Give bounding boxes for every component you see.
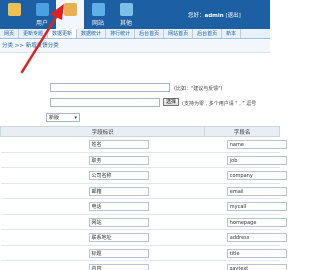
field-label-input[interactable]: 网站 xyxy=(88,217,149,227)
field-label-input[interactable]: 电话 xyxy=(88,202,149,211)
logout-link[interactable]: [退出] xyxy=(225,13,240,19)
users-input[interactable] xyxy=(50,98,160,107)
field-name-input[interactable]: homepage xyxy=(226,217,287,227)
subnav-item[interactable]: 数据统计 xyxy=(77,29,107,38)
chevron-down-icon: ▾ xyxy=(74,115,77,121)
table-row: 职务 job xyxy=(0,152,287,168)
subnav-item[interactable]: 网站首页 xyxy=(164,29,194,38)
subnav-item[interactable]: 新本 xyxy=(222,29,242,38)
template-select[interactable]: 新版 ▾ xyxy=(46,113,80,122)
sub-nav: 网页 更新专题 数据更新 数据统计 排行统计 后台首页 网站首页 后台首页 新本 xyxy=(0,29,270,39)
nav-tab-label: 其他 xyxy=(119,20,132,27)
field-name-input[interactable]: saytext xyxy=(226,264,287,270)
subnav-item[interactable]: 排行统计 xyxy=(106,29,136,38)
subnav-item[interactable]: 数据更新 xyxy=(48,29,78,38)
field-name-input[interactable]: mycall xyxy=(226,202,287,211)
users-icon xyxy=(36,3,49,16)
category-name-input[interactable] xyxy=(50,83,170,92)
field-label-input[interactable]: 邮箱 xyxy=(88,186,149,196)
field-name-input[interactable]: job xyxy=(226,155,287,165)
nav-tab-label: 网站 xyxy=(91,20,104,27)
field-name-input[interactable]: address xyxy=(226,233,287,242)
globe-icon xyxy=(92,3,105,16)
home-icon xyxy=(8,3,21,16)
subnav-item[interactable]: 更新专题 xyxy=(19,29,49,38)
top-nav: 用户 网站 其他 xyxy=(0,0,140,29)
field-label-input[interactable]: 内容 xyxy=(88,264,149,270)
field-label-input[interactable]: 姓名 xyxy=(88,140,149,149)
field-label-input[interactable]: 公司名称 xyxy=(88,171,149,180)
subnav-item[interactable]: 后台首页 xyxy=(135,29,165,38)
table-row: 联系地址 address xyxy=(0,229,287,246)
table-row: 公司名称 company xyxy=(0,167,287,184)
username: admin xyxy=(204,13,224,19)
users-hint: (支持为零 , 多个用户请 " , " 逗号 xyxy=(182,101,257,107)
nav-tab-users[interactable]: 用户 xyxy=(28,0,56,29)
field-name-input[interactable]: title xyxy=(226,248,287,258)
column-header: 字段标识 xyxy=(0,126,206,137)
nav-tab-other[interactable]: 其他 xyxy=(112,0,140,29)
field-name-input[interactable]: company xyxy=(226,171,287,180)
user-info: 您好：admin [退出] xyxy=(188,11,241,19)
field-name-input[interactable]: email xyxy=(226,186,287,196)
subnav-item[interactable]: 网页 xyxy=(0,29,20,38)
nav-tab-home[interactable] xyxy=(0,0,28,29)
gear-icon xyxy=(120,3,133,16)
category-name-hint: (比如："建议与反馈") xyxy=(174,86,223,92)
field-name-input[interactable]: name xyxy=(226,140,287,149)
table-row: 内容 saytext xyxy=(0,260,287,270)
table-row: 姓名 name xyxy=(0,136,287,153)
nav-tab-label: 用户 xyxy=(35,20,48,27)
nav-tab-content[interactable] xyxy=(56,0,84,29)
field-table: 字段标识 字段名 姓名 name 职务 job 公司名称 company 邮箱 … xyxy=(0,126,287,270)
table-header-row: 字段标识 字段名 xyxy=(0,126,280,137)
template-select-value: 新版 xyxy=(49,115,60,121)
column-header: 字段名 xyxy=(204,126,280,137)
greeting: 您好： xyxy=(188,13,205,19)
field-label-input[interactable]: 标题 xyxy=(88,248,149,258)
table-row: 电话 mycall xyxy=(0,198,287,215)
nav-tab-site[interactable]: 网站 xyxy=(84,0,112,29)
table-row: 标题 title xyxy=(0,245,287,261)
field-label-input[interactable]: 联系地址 xyxy=(88,233,149,242)
field-label-input[interactable]: 职务 xyxy=(88,155,149,165)
subnav-item[interactable]: 后台首页 xyxy=(193,29,223,38)
table-row: 邮箱 email xyxy=(0,183,287,199)
breadcrumb: 分类 >> 新增反馈分类 xyxy=(0,40,270,53)
table-row: 网站 homepage xyxy=(0,214,287,230)
select-button[interactable]: 选择 xyxy=(163,98,180,106)
pencil-icon xyxy=(64,3,77,16)
